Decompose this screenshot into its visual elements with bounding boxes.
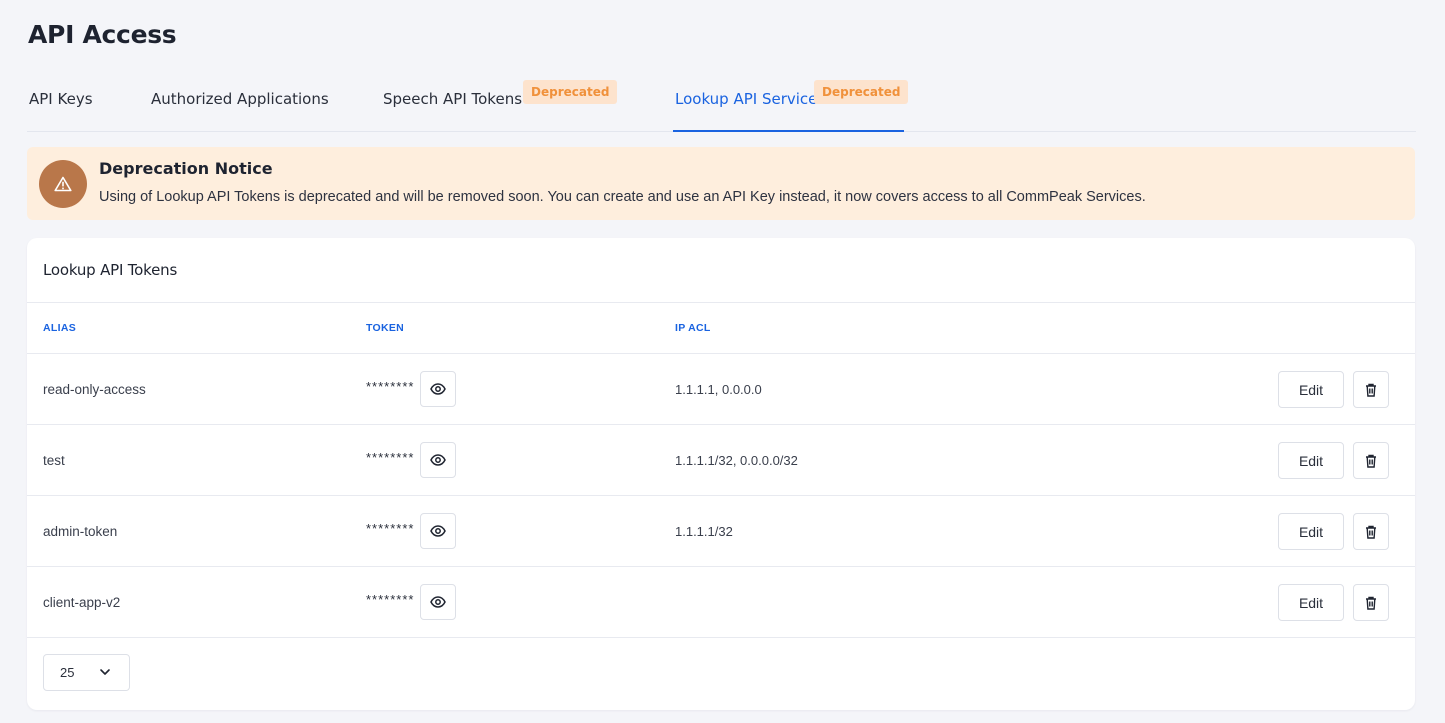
tab-lookup-api-service[interactable]: Lookup API Service Deprecated bbox=[673, 76, 909, 132]
reveal-token-button[interactable] bbox=[420, 513, 456, 549]
deprecated-badge: Deprecated bbox=[523, 80, 618, 104]
page-title: API Access bbox=[28, 20, 177, 49]
eye-icon bbox=[430, 454, 446, 466]
tab-label: Lookup API Service bbox=[675, 90, 818, 108]
alias-cell: client-app-v2 bbox=[43, 595, 121, 610]
column-header-ip-acl: IP ACL bbox=[675, 322, 711, 334]
tab-bar: API Keys Authorized Applications Speech … bbox=[27, 76, 1416, 132]
trash-icon bbox=[1366, 596, 1376, 610]
edit-button[interactable]: Edit bbox=[1278, 442, 1344, 479]
ip-acl-cell: 1.1.1.1/32 bbox=[675, 524, 733, 539]
warning-icon bbox=[39, 160, 87, 208]
eye-icon bbox=[430, 525, 446, 537]
deprecated-badge: Deprecated bbox=[814, 80, 909, 104]
trash-icon bbox=[1366, 454, 1376, 468]
tokens-card: Lookup API Tokens ALIAS TOKEN IP ACL rea… bbox=[27, 238, 1415, 710]
page-size-select[interactable]: 25 bbox=[43, 654, 130, 691]
trash-icon bbox=[1366, 383, 1376, 397]
column-header-alias: ALIAS bbox=[43, 322, 76, 334]
token-masked: ******** bbox=[366, 592, 415, 607]
divider bbox=[27, 302, 1415, 303]
tab-speech-api-tokens[interactable]: Speech API Tokens Deprecated bbox=[383, 76, 618, 130]
delete-button[interactable] bbox=[1353, 442, 1389, 479]
page-size-value: 25 bbox=[60, 665, 75, 680]
notice-title: Deprecation Notice bbox=[99, 159, 273, 178]
reveal-token-button[interactable] bbox=[420, 371, 456, 407]
edit-button[interactable]: Edit bbox=[1278, 513, 1344, 550]
chevron-down-icon bbox=[100, 669, 110, 675]
alias-cell: read-only-access bbox=[43, 382, 146, 397]
card-title: Lookup API Tokens bbox=[43, 261, 178, 279]
eye-icon bbox=[430, 596, 446, 608]
delete-button[interactable] bbox=[1353, 584, 1389, 621]
table-row: read-only-access ******** 1.1.1.1, 0.0.0… bbox=[27, 354, 1415, 425]
notice-text: Using of Lookup API Tokens is deprecated… bbox=[99, 189, 1146, 205]
reveal-token-button[interactable] bbox=[420, 442, 456, 478]
delete-button[interactable] bbox=[1353, 371, 1389, 408]
reveal-token-button[interactable] bbox=[420, 584, 456, 620]
token-masked: ******** bbox=[366, 450, 415, 465]
edit-button[interactable]: Edit bbox=[1278, 584, 1344, 621]
alias-cell: admin-token bbox=[43, 524, 118, 539]
tab-api-keys[interactable]: API Keys bbox=[29, 76, 93, 130]
trash-icon bbox=[1366, 525, 1376, 539]
tab-authorized-applications[interactable]: Authorized Applications bbox=[151, 76, 329, 130]
token-masked: ******** bbox=[366, 521, 415, 536]
table-row: admin-token ******** 1.1.1.1/32 Edit bbox=[27, 496, 1415, 567]
table-row: client-app-v2 ******** Edit bbox=[27, 567, 1415, 638]
tab-label: API Keys bbox=[29, 90, 93, 108]
ip-acl-cell: 1.1.1.1, 0.0.0.0 bbox=[675, 382, 762, 397]
token-masked: ******** bbox=[366, 379, 415, 394]
tab-label: Speech API Tokens bbox=[383, 90, 523, 108]
deprecation-notice: Deprecation Notice Using of Lookup API T… bbox=[27, 147, 1415, 220]
divider bbox=[27, 637, 1415, 638]
edit-button[interactable]: Edit bbox=[1278, 371, 1344, 408]
column-header-token: TOKEN bbox=[366, 322, 405, 334]
delete-button[interactable] bbox=[1353, 513, 1389, 550]
alias-cell: test bbox=[43, 453, 65, 468]
ip-acl-cell: 1.1.1.1/32, 0.0.0.0/32 bbox=[675, 453, 798, 468]
tab-label: Authorized Applications bbox=[151, 90, 329, 108]
table-row: test ******** 1.1.1.1/32, 0.0.0.0/32 Edi… bbox=[27, 425, 1415, 496]
eye-icon bbox=[430, 383, 446, 395]
